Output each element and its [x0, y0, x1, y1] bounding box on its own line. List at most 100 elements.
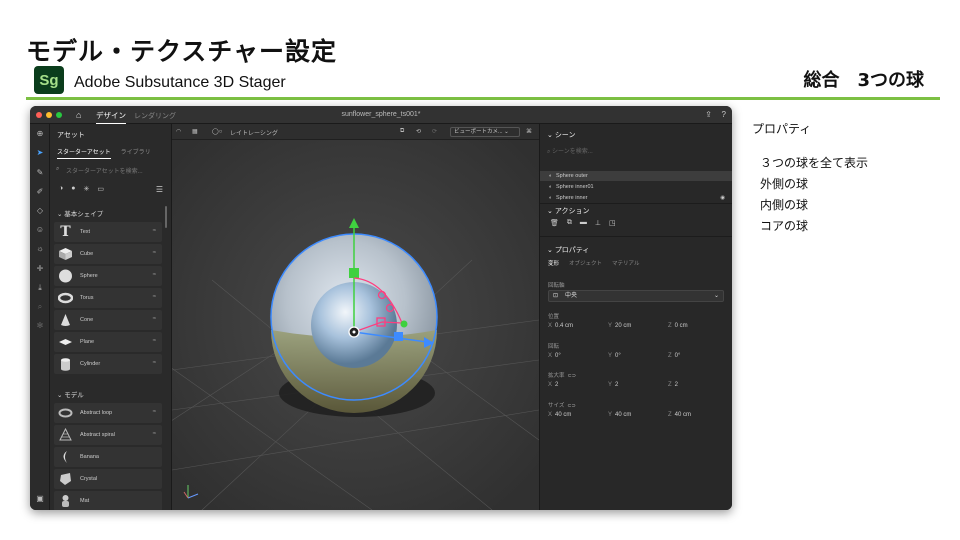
help-icon[interactable]: ?	[722, 110, 726, 119]
duplicate-icon[interactable]: ⧉	[567, 219, 572, 227]
folder-icon[interactable]: ▬	[580, 219, 587, 227]
basic-shapes-header[interactable]: ⌄ 基本シェイプ	[57, 208, 103, 218]
gauge-icon[interactable]: ◠	[176, 128, 181, 135]
scale-y-field[interactable]: Y2	[608, 382, 618, 388]
tab-starter-assets[interactable]: スターターアセット	[57, 147, 111, 159]
y-scale-handle	[349, 268, 359, 278]
light-tool-icon[interactable]: ☼	[35, 244, 45, 254]
settings-tool-icon[interactable]: ✻	[35, 321, 45, 331]
layer-sphere-inner[interactable]: ◐ Sphere inner ◉	[540, 193, 732, 203]
rotation-x-field[interactable]: X 0°	[548, 353, 561, 359]
delete-icon[interactable]: 🗑︎	[550, 219, 559, 227]
options-icon[interactable]: ≈	[153, 228, 156, 234]
layer-sphere-outer[interactable]: ◐ Sphere outer	[540, 171, 732, 181]
asset-item-sphere[interactable]: Sphere ≈	[54, 266, 162, 286]
search-icon: ⌕	[56, 166, 60, 172]
tab-material[interactable]: マテリアル	[612, 259, 639, 267]
asset-item-mat[interactable]: Mat	[54, 491, 162, 510]
zoom-tool-icon[interactable]: ⌕	[35, 302, 45, 312]
paint-tool-icon[interactable]: ✐	[35, 187, 45, 197]
camera-move-icon[interactable]: ⟲	[416, 128, 421, 135]
assets-search-input[interactable]: ⌕ スターターアセットを検索...	[56, 166, 166, 177]
abstract-loop-icon	[58, 408, 73, 418]
scene-canvas[interactable]	[172, 140, 539, 510]
images-filter-icon[interactable]: ▭	[97, 185, 104, 193]
add-icon[interactable]: ⊕	[35, 129, 45, 139]
notes-item: コアの球	[760, 219, 809, 233]
asset-item-torus[interactable]: Torus ≈	[54, 288, 162, 308]
rotation-y-field[interactable]: Y 0°	[608, 353, 621, 359]
options-icon[interactable]: ≈	[153, 272, 156, 278]
asset-item-abstract-spiral[interactable]: Abstract spiral ≈	[54, 425, 162, 445]
move-tool-icon[interactable]: ✛	[35, 264, 45, 274]
options-icon[interactable]: ≈	[153, 360, 156, 366]
options-icon[interactable]: ≈	[153, 250, 156, 256]
text-shape-icon: T	[60, 224, 71, 240]
camera-icon[interactable]: ⌘	[526, 128, 532, 135]
models-header[interactable]: ⌄ モデル	[57, 389, 84, 399]
section-label: 総合 3つの球	[803, 70, 924, 91]
asset-item-cone[interactable]: Cone ≈	[54, 310, 162, 330]
list-view-icon[interactable]: ☰	[156, 185, 163, 194]
lights-filter-icon[interactable]: ✳	[83, 185, 89, 193]
magic-wand-icon[interactable]: ✎	[35, 168, 45, 178]
size-y-field[interactable]: Y 40 cm	[608, 412, 631, 418]
viewport[interactable]: ◠ ▦ ◯○ レイトレーシング ⧉ ⟲ ⟳ ビューポートカメ... ⌄ ⌘	[172, 124, 539, 510]
sphere-layer-icon: ◐	[549, 195, 553, 201]
cube-shape-icon	[59, 248, 72, 260]
frame-icon[interactable]: ◳	[609, 219, 616, 227]
archive-icon[interactable]: ▣	[35, 494, 45, 504]
position-y-field[interactable]: Y 20 cm	[608, 323, 631, 329]
position-x-field[interactable]: X 0.4 cm	[548, 323, 573, 329]
grid-icon[interactable]: ▦	[192, 128, 198, 135]
sphere-layer-icon: ◐	[549, 184, 553, 190]
stager-logo: Sg	[34, 66, 64, 94]
app-name: Adobe Subsutance 3D Stager	[74, 74, 286, 91]
actions-header[interactable]: ⌄ アクション	[547, 206, 589, 216]
tab-library[interactable]: ライブラリ	[121, 147, 151, 159]
scale-z-field[interactable]: Z2	[668, 382, 678, 388]
asset-item-text[interactable]: T Text ≈	[54, 222, 162, 242]
options-icon[interactable]: ≈	[153, 338, 156, 344]
undo-view-icon[interactable]: ⟳	[432, 128, 437, 135]
asset-item-plane[interactable]: Plane ≈	[54, 332, 162, 352]
options-icon[interactable]: ≈	[153, 409, 156, 415]
select-tool-icon[interactable]: ➤	[35, 148, 45, 158]
scene-header[interactable]: ⌄ シーン	[547, 130, 575, 140]
share-icon[interactable]: ⇪	[705, 110, 712, 119]
asset-item-cube[interactable]: Cube ≈	[54, 244, 162, 264]
snap-icon[interactable]: ⧉	[400, 128, 404, 135]
slide-title: モデル・テクスチャー設定	[26, 37, 338, 66]
camera-tool-icon[interactable]: ☺	[35, 225, 45, 235]
tab-transform[interactable]: 変形	[548, 259, 559, 267]
position-z-field[interactable]: Z0 cm	[668, 323, 688, 329]
size-x-field[interactable]: X 40 cm	[548, 412, 571, 418]
asset-item-cylinder[interactable]: Cylinder ≈	[54, 354, 162, 374]
banana-icon	[63, 451, 67, 463]
scene-search-input[interactable]: ⌕ シーンを検索...	[547, 146, 593, 156]
tab-object[interactable]: オブジェクト	[569, 259, 602, 267]
options-icon[interactable]: ≈	[153, 316, 156, 322]
asset-item-abstract-loop[interactable]: Abstract loop ≈	[54, 403, 162, 423]
asset-item-crystal[interactable]: Crystal	[54, 469, 162, 489]
layer-sphere-inner01[interactable]: ◐ Sphere inner01	[540, 182, 732, 192]
raytracing-toggle[interactable]: ◯○	[212, 128, 222, 135]
models-filter-icon[interactable]: ●	[71, 185, 75, 193]
options-icon[interactable]: ≈	[153, 431, 156, 437]
options-icon[interactable]: ≈	[153, 294, 156, 300]
viewport-camera-select[interactable]: ビューポートカメ... ⌄	[450, 127, 520, 137]
materials-filter-icon[interactable]: ◑	[59, 185, 63, 193]
properties-header[interactable]: ⌄ プロパティ	[547, 245, 589, 255]
rotation-z-field[interactable]: Z 0°	[668, 353, 680, 359]
notes-list: ３つの球を全て表示 外側の球 内側の球 コアの球	[760, 153, 868, 237]
scene-panel: ⌄ シーン ⌕ シーンを検索... ◐ Sphere outer ◐ Sphere …	[539, 124, 732, 510]
assets-scrollbar[interactable]	[165, 206, 167, 228]
drop-tool-icon[interactable]: ⤓	[35, 283, 45, 293]
scale-x-field[interactable]: X2	[548, 382, 558, 388]
pivot-select[interactable]: ⊡ 中央 ⌄	[548, 290, 724, 302]
size-z-field[interactable]: Z 40 cm	[668, 412, 691, 418]
ground-align-icon[interactable]: ⊥	[595, 219, 601, 227]
asset-item-banana[interactable]: Banana	[54, 447, 162, 467]
rotation-label: 回転	[548, 344, 560, 350]
cube-tool-icon[interactable]: ◇	[35, 206, 45, 216]
